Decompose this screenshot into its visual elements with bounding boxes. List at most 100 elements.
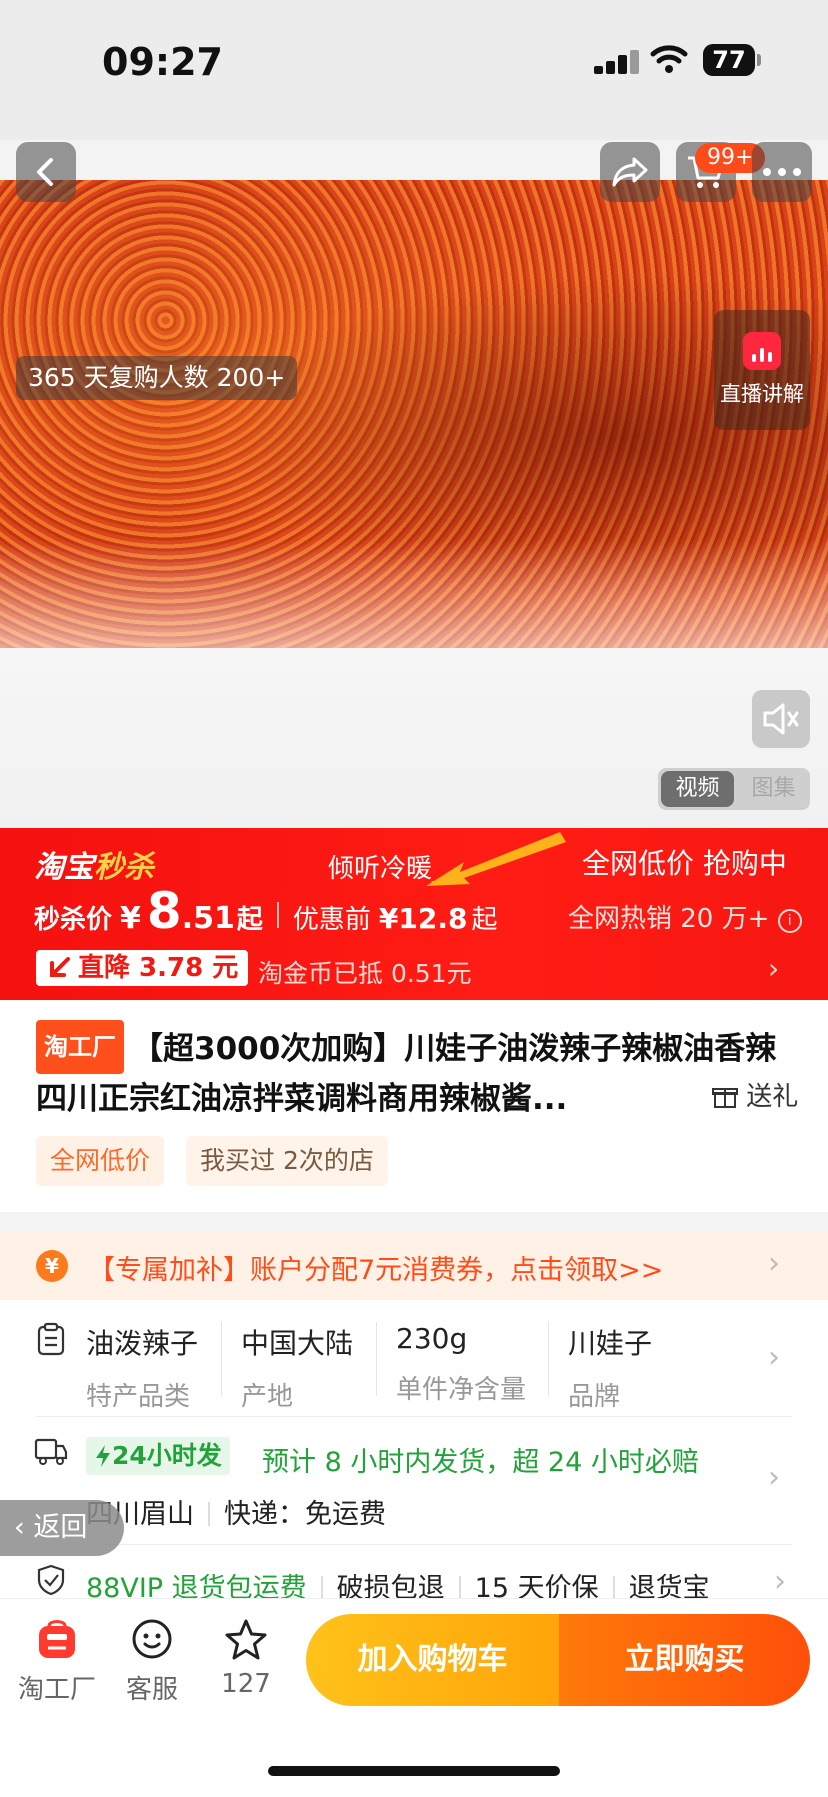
chevron-right-icon: › (768, 1246, 780, 1281)
price-decimal: .51 (181, 901, 235, 936)
chevron-right-icon: › (768, 1564, 786, 1599)
chevron-right-icon[interactable]: › (768, 952, 779, 985)
flash-sale-logo: 淘宝秒杀 (34, 842, 154, 886)
pill-lowest-price[interactable]: 全网低价 (36, 1136, 165, 1186)
star-icon (225, 1619, 267, 1660)
spec-divider (548, 1322, 549, 1396)
customer-service-button[interactable]: 客服 (110, 1618, 194, 1706)
media-tabs: 视频 图集 (658, 768, 810, 810)
price-suffix: 起 (236, 905, 263, 935)
tab-video[interactable]: 视频 (661, 771, 734, 807)
lightning-icon (96, 1445, 110, 1467)
wifi-icon (650, 44, 688, 78)
pill-bought-before[interactable]: 我买过 2次的店 (186, 1136, 388, 1186)
share-button[interactable] (600, 142, 660, 202)
row-divider (36, 1416, 792, 1417)
share-icon (612, 157, 648, 187)
product-title[interactable]: 淘工厂 【超3000次加购】川娃子油泼辣子辣椒油香辣四川正宗红油凉拌菜调料商用辣椒… (36, 1020, 796, 1124)
down-arrow-icon (50, 957, 70, 977)
price-label: 秒杀价 (34, 905, 113, 935)
spec-item-origin[interactable]: 中国大陆 产地 (241, 1322, 353, 1413)
product-title-text: 【超3000次加购】川娃子油泼辣子辣椒油香辣四川正宗红油凉拌菜调料商用辣椒酱..… (36, 1031, 777, 1117)
favorite-count: 127 (221, 1669, 271, 1699)
back-arrow-button[interactable] (16, 142, 76, 202)
service-label: 客服 (125, 1675, 178, 1705)
fast-ship-text: 预计 8 小时内发货，超 24 小时必赔 (262, 1447, 699, 1478)
spec-label: 品牌 (568, 1382, 621, 1412)
clipboard-icon (36, 1322, 66, 1360)
ship-express: 快递：免运费 (224, 1499, 386, 1530)
more-dots-icon (763, 168, 801, 176)
spec-value: 230g (396, 1322, 468, 1355)
spec-divider (221, 1322, 222, 1396)
spec-value: 油泼辣子 (86, 1327, 199, 1360)
live-bars-icon (743, 332, 781, 370)
fast-ship-label: 24小时发 (112, 1441, 222, 1470)
battery-indicator: 77 (703, 44, 755, 76)
spec-item-weight[interactable]: 230g 单件净含量 (396, 1322, 526, 1406)
signal-icon (594, 50, 639, 74)
back-label: 返回 (33, 1512, 88, 1543)
logo-main-text: 淘宝 (34, 850, 94, 885)
spec-value: 川娃子 (568, 1327, 653, 1360)
live-label: 直播讲解 (720, 382, 804, 406)
battery-tip (757, 54, 761, 66)
price-row: 秒杀价 ¥ 8 .51 起 优惠前 ¥12.8 起 (34, 882, 497, 940)
gift-button[interactable]: 送礼 (708, 1076, 799, 1113)
price-integer: 8 (146, 882, 182, 940)
fast-ship-badge: 24小时发 (86, 1437, 230, 1475)
tab-gallery[interactable]: 图集 (737, 768, 810, 810)
home-indicator (268, 1766, 560, 1776)
currency-symbol: ¥ (120, 901, 141, 936)
hot-sales-label: 全网热销 20 万+ (568, 904, 770, 934)
original-price-label: 优惠前 (292, 905, 371, 935)
spec-value: 中国大陆 (241, 1327, 354, 1360)
factory-badge: 淘工厂 (36, 1020, 124, 1074)
row-divider (36, 1544, 792, 1545)
repurchase-tag: 365 天复购人数 200+ (16, 356, 298, 400)
price-drop-badge: 直降 3.78 元 (36, 950, 249, 986)
floating-back-button[interactable]: ‹ 返回 (0, 1500, 124, 1556)
shop-button[interactable]: 淘工厂 (14, 1618, 100, 1706)
truck-icon (34, 1436, 68, 1470)
back-arrow-icon (37, 158, 53, 186)
hero-fade (0, 540, 828, 650)
add-to-cart-button[interactable]: 加入购物车 (306, 1614, 559, 1706)
guarantee-divider (612, 1576, 615, 1600)
spec-label: 单件净含量 (396, 1375, 527, 1405)
chevron-right-icon[interactable]: › (768, 1340, 780, 1375)
mute-button[interactable] (752, 690, 810, 748)
original-price-suffix: 起 (471, 905, 498, 935)
shop-bag-icon (39, 1620, 75, 1658)
coin-discount-text: 淘金币已抵 0.51元 (258, 959, 472, 988)
logo-accent-text: 秒杀 (94, 850, 154, 885)
subsidy-text: 【专属加补】账户分配7元消费券，点击领取>> (88, 1255, 664, 1286)
yen-coin-icon: ¥ (36, 1250, 68, 1282)
live-explain-button[interactable]: 直播讲解 (714, 310, 810, 430)
spec-item-category[interactable]: 油泼辣子 特产品类 (86, 1322, 198, 1413)
guarantee-divider (458, 1576, 461, 1600)
guarantee-divider (320, 1576, 323, 1600)
shop-label: 淘工厂 (17, 1675, 96, 1705)
chevron-right-icon[interactable]: › (768, 1460, 780, 1495)
spec-divider (376, 1322, 377, 1396)
spec-label: 产地 (241, 1382, 294, 1412)
price-drop-label: 直降 3.78 元 (78, 953, 239, 983)
gift-icon (712, 1088, 738, 1108)
speaker-muted-icon (763, 703, 799, 735)
shield-icon (36, 1564, 66, 1600)
spec-item-brand[interactable]: 川娃子 品牌 (568, 1322, 652, 1413)
gift-label: 送礼 (746, 1082, 799, 1112)
ship-divider (208, 1502, 210, 1526)
chat-face-icon (132, 1619, 172, 1659)
info-icon: i (777, 909, 802, 933)
shipping-info: 四川眉山 快递：免运费 (86, 1492, 386, 1531)
more-button[interactable] (752, 142, 812, 202)
original-price: ¥12.8 (378, 902, 468, 935)
spec-label: 特产品类 (86, 1382, 191, 1412)
price-divider (276, 902, 279, 928)
lowest-price-text: 全网低价 抢购中 (582, 847, 787, 880)
favorite-button[interactable]: 127 (206, 1618, 286, 1699)
hot-sales-text[interactable]: 全网热销 20 万+ i (568, 898, 802, 935)
buy-now-button[interactable]: 立即购买 (559, 1614, 810, 1706)
